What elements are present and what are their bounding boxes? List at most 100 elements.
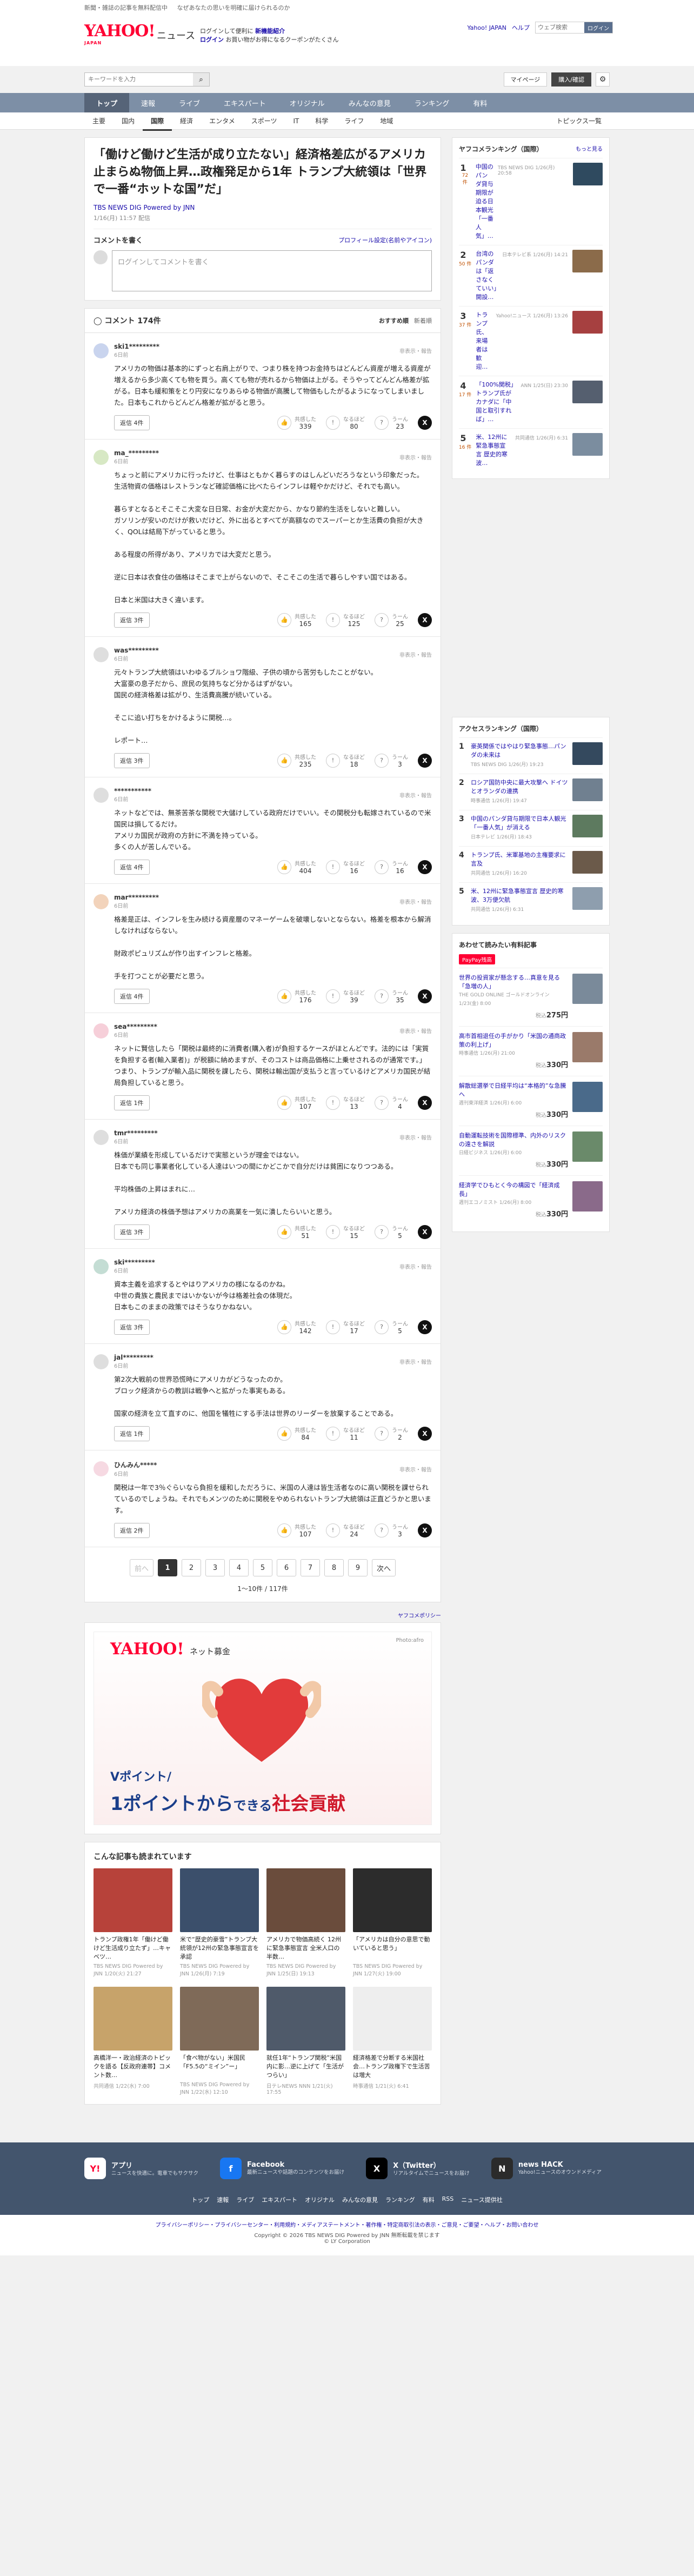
comment-author-name[interactable]: ski1*********: [114, 343, 159, 350]
recommended-item-title[interactable]: 就任1年“トランプ関税”米国内に影…逆に上げて「生活がつらい」: [266, 2054, 345, 2080]
access-thumbnail[interactable]: [572, 815, 603, 837]
header-login-button[interactable]: ログイン: [584, 22, 612, 33]
hmm-icon[interactable]: ?: [375, 1320, 389, 1334]
paid-text[interactable]: 高市首相退任の手がかり「米国の通商政策の利上げ」 時事通信 1/26(月) 21:…: [459, 1032, 568, 1070]
recommended-item[interactable]: アメリカで物価高続く 12州に緊急事態宣言 全米人口の半数… TBS NEWS D…: [266, 1868, 345, 1977]
header-search-input[interactable]: [536, 22, 584, 33]
gnav-paid[interactable]: 有料: [461, 93, 499, 112]
avatar[interactable]: [94, 1259, 109, 1274]
pager-page[interactable]: 8: [324, 1559, 344, 1576]
reply-button[interactable]: 返信 4件: [114, 415, 150, 430]
reaction-hmm[interactable]: ? うーん 4: [375, 1095, 408, 1110]
footer-app-name[interactable]: news HACK: [518, 2161, 602, 2169]
recommended-item-title[interactable]: アメリカで物価高続く 12州に緊急事態宣言 全米人口の半数…: [266, 1935, 345, 1961]
article-thumbnail[interactable]: [180, 1868, 259, 1932]
article-thumbnail[interactable]: [94, 1987, 172, 2051]
pager-page[interactable]: 4: [229, 1559, 249, 1576]
access-title[interactable]: 豪英関係ではやはり緊急事態…パンダの未来は: [471, 742, 568, 760]
gnav-breaking[interactable]: 速報: [129, 93, 167, 112]
recommended-item-title[interactable]: 「食べ物がない」米国民「F5.5の“ミイン”ー」: [180, 2054, 259, 2080]
recommended-item[interactable]: 就任1年“トランプ関税”米国内に影…逆に上げて「生活がつらい」 日テレNEWS N…: [266, 1987, 345, 2095]
x-share-icon[interactable]: X: [418, 860, 432, 874]
cat-economy[interactable]: 経済: [172, 116, 201, 125]
ranking-title[interactable]: 米、12州に緊急事態宣言 歴史的寒波…: [476, 433, 511, 468]
footer-link[interactable]: ニュース提供社: [461, 2195, 502, 2204]
comment-author-name[interactable]: tmr*********: [114, 1129, 158, 1137]
reaction-insight[interactable]: ! なるほど 11: [326, 1426, 365, 1441]
facebook-icon[interactable]: f: [220, 2158, 242, 2179]
insight-icon[interactable]: !: [326, 1095, 340, 1110]
top-strip-right[interactable]: なぜあなたの思いを明確に届けられるのか: [177, 4, 290, 11]
gnav-original[interactable]: オリジナル: [278, 93, 337, 112]
ranking-thumbnail[interactable]: [573, 163, 603, 185]
comment-author-name[interactable]: jal*********: [114, 1354, 154, 1361]
reaction-empathy[interactable]: 👍 共感した 107: [277, 1522, 316, 1538]
gnav-top[interactable]: トップ: [84, 93, 130, 112]
topics-list-link[interactable]: トピックス一覧: [548, 116, 610, 125]
access-title[interactable]: トランプ氏、米軍基地の主権要求に言及: [471, 851, 568, 868]
recommended-item[interactable]: 高橋洋一・政治経済のトピックを語る【反政府連帯】コメント数… 共同通信 1/22(…: [94, 1987, 172, 2095]
footer-app[interactable]: Y! アプリ ニュースを快適に。電車でもサクサク: [84, 2158, 198, 2179]
ranking-thumbnail[interactable]: [572, 250, 603, 272]
empathy-icon[interactable]: 👍: [277, 1224, 291, 1239]
cat-science[interactable]: 科学: [307, 116, 336, 125]
article-thumbnail[interactable]: [94, 1868, 172, 1932]
recommended-item-title[interactable]: 経済格差で分断する米国社会…トランプ政権下で生活苦は増大: [353, 2054, 432, 2080]
pager-page[interactable]: 3: [205, 1559, 225, 1576]
service-name[interactable]: ニュース: [157, 28, 195, 42]
reaction-hmm[interactable]: ? うーん 16: [375, 859, 408, 875]
ad-image[interactable]: YAHOO! ネット募金 Photo:afro Vポイント/ 1ポイントからでき…: [94, 1632, 432, 1825]
search-icon[interactable]: ⌕: [193, 73, 209, 86]
sort-newest[interactable]: 新着順: [414, 316, 432, 325]
hmm-icon[interactable]: ?: [375, 1523, 389, 1537]
insight-icon[interactable]: !: [326, 1426, 340, 1441]
reply-button[interactable]: 返信 2件: [114, 1522, 150, 1538]
app-icon[interactable]: Y!: [84, 2158, 106, 2179]
cat-entertainment[interactable]: エンタメ: [201, 116, 243, 125]
comment-author-name[interactable]: ひんみん*****: [114, 1460, 157, 1469]
xtwitter-icon[interactable]: X: [366, 2158, 388, 2179]
ranking-item[interactable]: 1 72 件中国のパンダ貸与期限が迫る日本観光「一番人気」… TBS NEWS DI…: [459, 158, 603, 245]
reaction-empathy[interactable]: 👍 共感した 165: [277, 612, 316, 628]
ranking-title[interactable]: 中国のパンダ貸与期限が迫る日本観光「一番人気」…: [476, 163, 493, 241]
avatar[interactable]: [94, 1129, 109, 1145]
x-share-icon[interactable]: X: [418, 1320, 432, 1334]
pager-page[interactable]: 9: [348, 1559, 368, 1576]
article-thumbnail[interactable]: [353, 1868, 432, 1932]
access-item[interactable]: 2 ロシア国防中央に最大攻撃へ ドイツとオランダの連携 時事通信 1/26(月) 1…: [459, 774, 603, 810]
reaction-empathy[interactable]: 👍 共感した 107: [277, 1095, 316, 1110]
empathy-icon[interactable]: 👍: [277, 860, 291, 874]
access-thumbnail[interactable]: [572, 778, 603, 801]
reaction-insight[interactable]: ! なるほど 17: [326, 1319, 365, 1335]
reaction-insight[interactable]: ! なるほど 39: [326, 988, 365, 1004]
recommended-item[interactable]: トランプ政権1年「働けど働けど生活成り立たず」…キャベツ… TBS NEWS DI…: [94, 1868, 172, 1977]
report-link[interactable]: 非表示・報告: [399, 347, 432, 355]
report-link[interactable]: 非表示・報告: [399, 1133, 432, 1141]
hmm-icon[interactable]: ?: [375, 1095, 389, 1110]
article-title[interactable]: 「働けど働けど生活が成り立たない」経済格差広がるアメリカ 止まらぬ物価上昇…政権…: [94, 147, 432, 198]
ranking-title[interactable]: 台湾のパンダは「返さなくていい」開設…: [476, 250, 498, 302]
paid-title[interactable]: 高市首相退任の手がかり「米国の通商政策の利上げ」: [459, 1032, 568, 1049]
avatar[interactable]: [94, 1461, 109, 1476]
reaction-empathy[interactable]: 👍 共感した 84: [277, 1426, 316, 1441]
access-text[interactable]: トランプ氏、米軍基地の主権要求に言及 共同通信 1/26(月) 16:20: [471, 851, 568, 878]
ranking-thumbnail[interactable]: [572, 433, 603, 456]
recommended-item-title[interactable]: 高橋洋一・政治経済のトピックを語る【反政府連帯】コメント数…: [94, 2054, 172, 2080]
footer-app-name[interactable]: X（Twitter）: [393, 2160, 470, 2170]
ranking-thumbnail[interactable]: [572, 381, 603, 403]
footer-link[interactable]: エキスパート: [262, 2195, 297, 2204]
hmm-icon[interactable]: ?: [375, 415, 389, 430]
avatar[interactable]: [94, 647, 109, 662]
comment-author-name[interactable]: ***********: [114, 787, 151, 795]
empathy-icon[interactable]: 👍: [277, 1095, 291, 1110]
paid-text[interactable]: 世界の投資家が懸念する…真意を見る「急増の人」 THE GOLD ONLINE ゴ…: [459, 974, 568, 1021]
ranking-item[interactable]: 3 37 件トランプ氏、来場者は歓迎… Yahoo!ニュース 1/26(月) 13:…: [459, 306, 603, 376]
x-share-icon[interactable]: X: [418, 415, 432, 430]
paid-item[interactable]: 解散総選挙で日経平均は“本格的”な急騰へ 週刊東洋経済 1/26(月) 6:00 税…: [459, 1076, 603, 1126]
paid-text[interactable]: 自動運転技術を国際標準、内外のリスクの遠さを解説 日経ビジネス 1/26(月) 6…: [459, 1131, 568, 1170]
footer-app[interactable]: Nnews HACK Yahoo!ニュースのオウンドメディア: [491, 2158, 602, 2179]
footer-app[interactable]: f Facebook 最新ニュースや話題のコンテンツをお届け: [220, 2158, 344, 2179]
comment-author-name[interactable]: sea*********: [114, 1023, 157, 1030]
reply-button[interactable]: 返信 3件: [114, 612, 150, 628]
recommended-item[interactable]: 「食べ物がない」米国民「F5.5の“ミイン”ー」 TBS NEWS DIG Pow…: [180, 1987, 259, 2095]
